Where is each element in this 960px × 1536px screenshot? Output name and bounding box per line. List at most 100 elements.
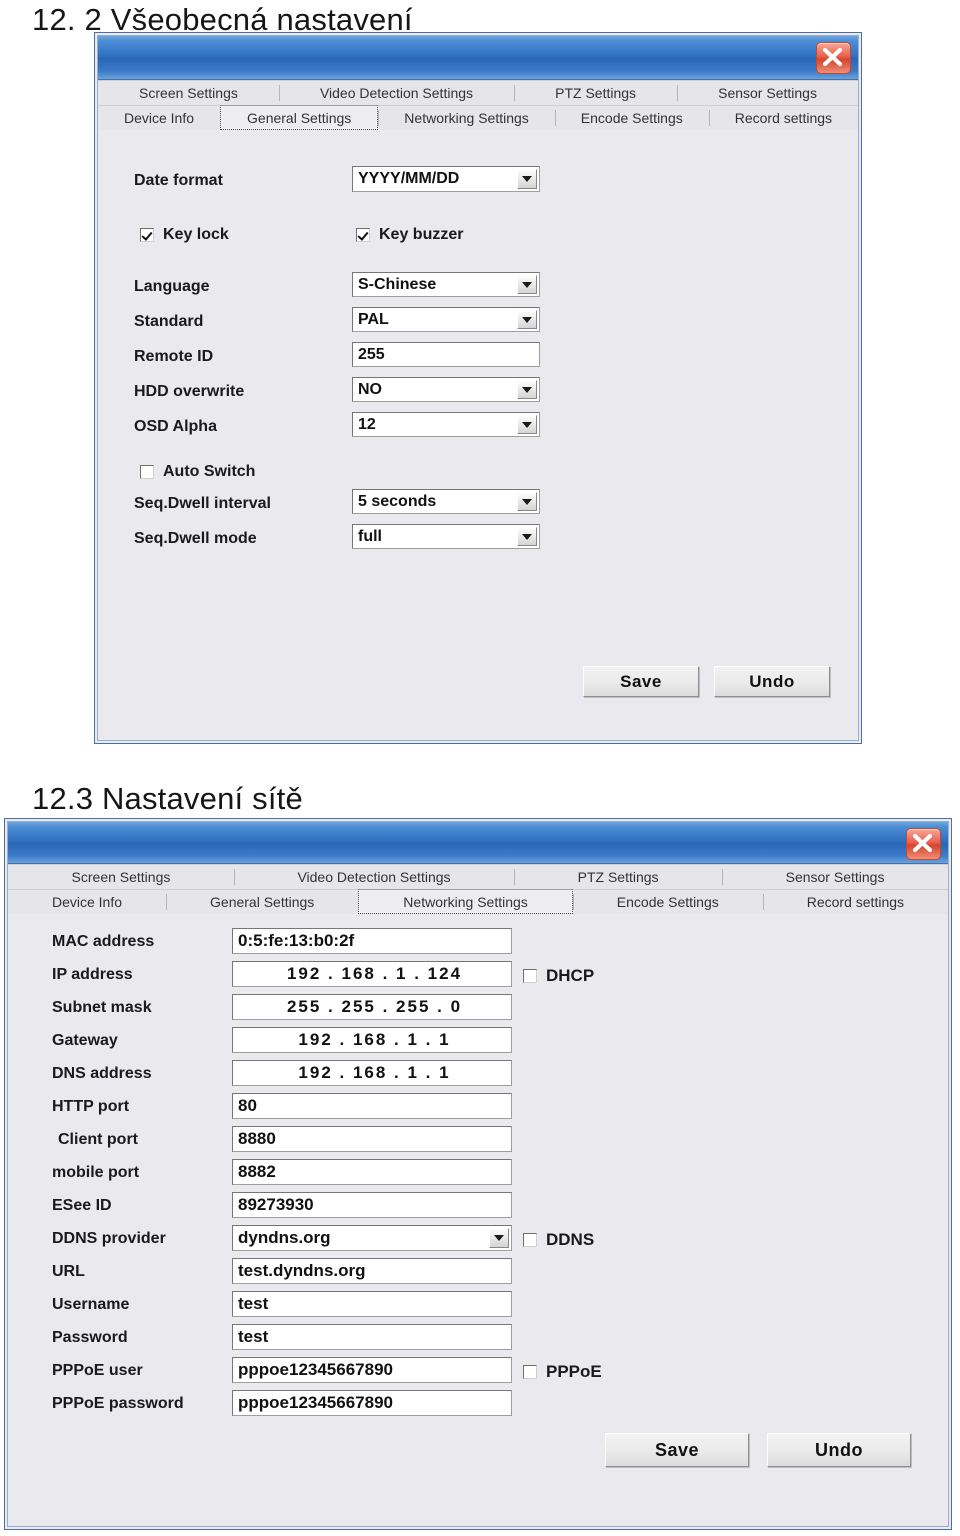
tab-ptz-settings[interactable]: PTZ Settings: [514, 80, 678, 105]
label-username: Username: [52, 1296, 130, 1313]
tab-ptz-settings[interactable]: PTZ Settings: [514, 864, 723, 889]
ip-address-input[interactable]: 192 . 168 . 1 . 124: [232, 961, 512, 987]
tab-encode-settings[interactable]: Encode Settings: [554, 105, 709, 130]
label-standard: Standard: [134, 313, 204, 330]
key-buzzer-checkbox[interactable]: Key buzzer: [356, 226, 463, 244]
chevron-down-icon[interactable]: [517, 275, 537, 294]
networking-settings-window: Screen Settings Video Detection Settings…: [4, 818, 952, 1530]
tab-label: PTZ Settings: [555, 85, 637, 101]
tab-label: Networking Settings: [404, 110, 529, 126]
standard-combo[interactable]: PAL: [352, 307, 540, 332]
undo-button[interactable]: Undo: [767, 1433, 911, 1467]
close-icon[interactable]: [906, 828, 941, 860]
tab-general-settings[interactable]: General Settings: [166, 889, 359, 914]
label-gateway: Gateway: [52, 1032, 118, 1049]
tab-record-settings[interactable]: Record settings: [762, 889, 949, 914]
chevron-down-icon[interactable]: [517, 415, 537, 434]
tab-label: Sensor Settings: [785, 869, 885, 885]
checkbox-box: [523, 1365, 537, 1379]
pppoe-checkbox[interactable]: PPPoE: [523, 1362, 602, 1382]
general-window-inner-frame: Screen Settings Video Detection Settings…: [97, 35, 859, 741]
section-heading-network: 12.3 Nastavení sítě: [32, 781, 303, 816]
tab-label: Screen Settings: [139, 85, 238, 101]
tab-video-detection-settings[interactable]: Video Detection Settings: [278, 80, 515, 105]
http-port-input[interactable]: 80: [232, 1093, 512, 1119]
date-format-combo[interactable]: YYYY/MM/DD: [352, 166, 540, 192]
label-client-port: Client port: [58, 1131, 138, 1148]
tab-networking-settings[interactable]: Networking Settings: [378, 105, 555, 130]
tab-sensor-settings[interactable]: Sensor Settings: [677, 80, 858, 105]
tab-video-detection-settings[interactable]: Video Detection Settings: [233, 864, 515, 889]
label-mac-address: MAC address: [52, 933, 155, 950]
pppoe-user-input[interactable]: pppoe12345667890: [232, 1357, 512, 1383]
pppoe-password-input[interactable]: pppoe12345667890: [232, 1390, 512, 1416]
tab-label: Encode Settings: [616, 894, 719, 910]
network-tabs-row-bottom: Device Info General Settings Networking …: [8, 889, 949, 914]
dhcp-checkbox[interactable]: DHCP: [523, 966, 594, 986]
mac-address-input[interactable]: 0:5:fe:13:b0:2f: [232, 928, 512, 954]
key-lock-checkbox[interactable]: Key lock: [140, 226, 229, 244]
label-url: URL: [52, 1263, 85, 1280]
osd-alpha-combo[interactable]: 12: [352, 412, 540, 437]
tab-label: Sensor Settings: [718, 85, 817, 101]
tab-device-info[interactable]: Device Info: [8, 889, 167, 914]
tab-label: General Settings: [247, 109, 352, 126]
tab-general-settings[interactable]: General Settings: [220, 105, 379, 130]
tab-label: General Settings: [210, 894, 315, 910]
tab-label: PTZ Settings: [577, 869, 659, 885]
chevron-down-icon[interactable]: [517, 380, 537, 399]
chevron-down-icon[interactable]: [517, 527, 537, 546]
remote-id-input[interactable]: 255: [352, 342, 540, 367]
tab-screen-settings[interactable]: Screen Settings: [98, 80, 279, 105]
label-http-port: HTTP port: [52, 1098, 130, 1115]
general-window-titlebar: [98, 36, 858, 80]
username-input[interactable]: test: [232, 1291, 512, 1317]
close-icon[interactable]: [816, 42, 851, 74]
checkbox-box: [140, 228, 154, 242]
seq-dwell-mode-combo[interactable]: full: [352, 524, 540, 549]
ddns-provider-combo[interactable]: dyndns.org: [232, 1225, 512, 1251]
label-hdd-overwrite: HDD overwrite: [134, 383, 245, 400]
network-window-titlebar: [8, 822, 948, 864]
tab-device-info[interactable]: Device Info: [98, 105, 221, 130]
label-mobile-port: mobile port: [52, 1164, 140, 1181]
label-seq-dwell-mode: Seq.Dwell mode: [134, 530, 257, 547]
password-input[interactable]: test: [232, 1324, 512, 1350]
chevron-down-icon[interactable]: [489, 1228, 509, 1248]
language-combo[interactable]: S-Chinese: [352, 272, 540, 297]
tab-encode-settings[interactable]: Encode Settings: [572, 889, 763, 914]
chevron-down-icon[interactable]: [517, 169, 537, 189]
tab-networking-settings[interactable]: Networking Settings: [358, 889, 573, 914]
tab-record-settings[interactable]: Record settings: [708, 105, 859, 130]
hdd-overwrite-combo[interactable]: NO: [352, 377, 540, 402]
url-input[interactable]: test.dyndns.org: [232, 1258, 512, 1284]
networking-settings-form: MAC address 0:5:fe:13:b0:2f IP address 1…: [8, 914, 948, 1526]
tab-label: Video Detection Settings: [319, 85, 474, 101]
dns-address-input[interactable]: 192 . 168 . 1 . 1: [232, 1060, 512, 1086]
general-tabs-row-top: Screen Settings Video Detection Settings…: [98, 80, 858, 105]
ddns-checkbox[interactable]: DDNS: [523, 1230, 594, 1250]
subnet-mask-input[interactable]: 255 . 255 . 255 . 0: [232, 994, 512, 1020]
chevron-down-icon[interactable]: [517, 310, 537, 329]
esee-id-input[interactable]: 89273930: [232, 1192, 512, 1218]
tab-screen-settings[interactable]: Screen Settings: [8, 864, 234, 889]
gateway-input[interactable]: 192 . 168 . 1 . 1: [232, 1027, 512, 1053]
label-ddns-provider: DDNS provider: [52, 1230, 166, 1247]
seq-dwell-interval-combo[interactable]: 5 seconds: [352, 489, 540, 514]
tab-sensor-settings[interactable]: Sensor Settings: [722, 864, 948, 889]
save-button[interactable]: Save: [583, 666, 699, 697]
client-port-input[interactable]: 8880: [232, 1126, 512, 1152]
undo-button[interactable]: Undo: [714, 666, 830, 697]
tab-label: Device Info: [123, 110, 195, 126]
general-tabs-row-bottom: Device Info General Settings Networking …: [98, 105, 859, 130]
tab-label: Screen Settings: [71, 869, 171, 885]
chevron-down-icon[interactable]: [517, 492, 537, 511]
tab-label: Device Info: [51, 894, 123, 910]
checkbox-box: [356, 228, 370, 242]
tab-label: Encode Settings: [580, 110, 683, 126]
auto-switch-checkbox[interactable]: Auto Switch: [140, 463, 255, 481]
mobile-port-input[interactable]: 8882: [232, 1159, 512, 1185]
save-button[interactable]: Save: [605, 1433, 749, 1467]
checkbox-box: [523, 969, 537, 983]
label-esee-id: ESee ID: [52, 1197, 112, 1214]
